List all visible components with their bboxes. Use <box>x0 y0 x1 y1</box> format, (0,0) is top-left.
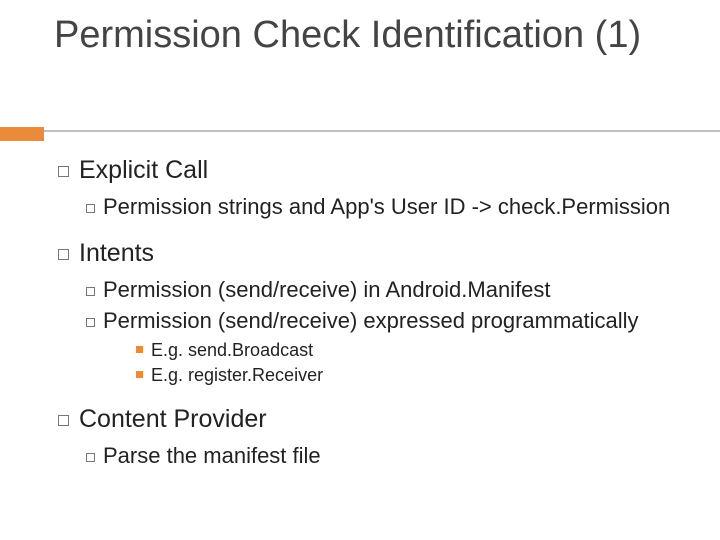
square-open-small-icon <box>86 287 95 296</box>
bullet-text: Parse the manifest file <box>103 443 321 468</box>
square-filled-icon <box>136 371 143 378</box>
bullet-level3: E.g. send.Broadcast <box>136 339 678 362</box>
bullet-text: Explicit Call <box>79 156 208 184</box>
square-filled-icon <box>136 346 143 353</box>
bullet-text: Content Provider <box>79 405 267 433</box>
bullet-text: Permission (send/receive) in Android.Man… <box>103 277 551 302</box>
bullet-level1: Explicit Call <box>58 156 678 185</box>
bullet-text: Permission strings and App's User ID -> … <box>103 194 670 219</box>
slide: Permission Check Identification (1) Expl… <box>0 14 720 540</box>
square-open-small-icon <box>86 318 95 327</box>
bullet-level1: Intents <box>58 239 678 268</box>
square-open-icon <box>58 249 69 260</box>
bullet-text: E.g. register.Receiver <box>151 365 323 385</box>
bullet-level2: Permission (send/receive) expressed prog… <box>86 307 678 335</box>
square-open-small-icon <box>86 204 95 213</box>
title-underline <box>0 130 720 132</box>
bullet-level2: Permission (send/receive) in Android.Man… <box>86 276 678 304</box>
bullet-level1: Content Provider <box>58 405 678 434</box>
bullet-text: E.g. send.Broadcast <box>151 340 313 360</box>
square-open-icon <box>58 415 69 426</box>
bullet-level2: Parse the manifest file <box>86 442 678 470</box>
bullet-level2: Permission strings and App's User ID -> … <box>86 193 678 221</box>
bullet-level3: E.g. register.Receiver <box>136 364 678 387</box>
square-open-small-icon <box>86 453 95 462</box>
bullet-text: Permission (send/receive) expressed prog… <box>103 308 639 333</box>
accent-block <box>0 127 44 141</box>
slide-title: Permission Check Identification (1) <box>54 14 674 58</box>
square-open-icon <box>58 166 69 177</box>
bullet-text: Intents <box>79 239 154 267</box>
slide-body: Explicit Call Permission strings and App… <box>58 156 678 488</box>
